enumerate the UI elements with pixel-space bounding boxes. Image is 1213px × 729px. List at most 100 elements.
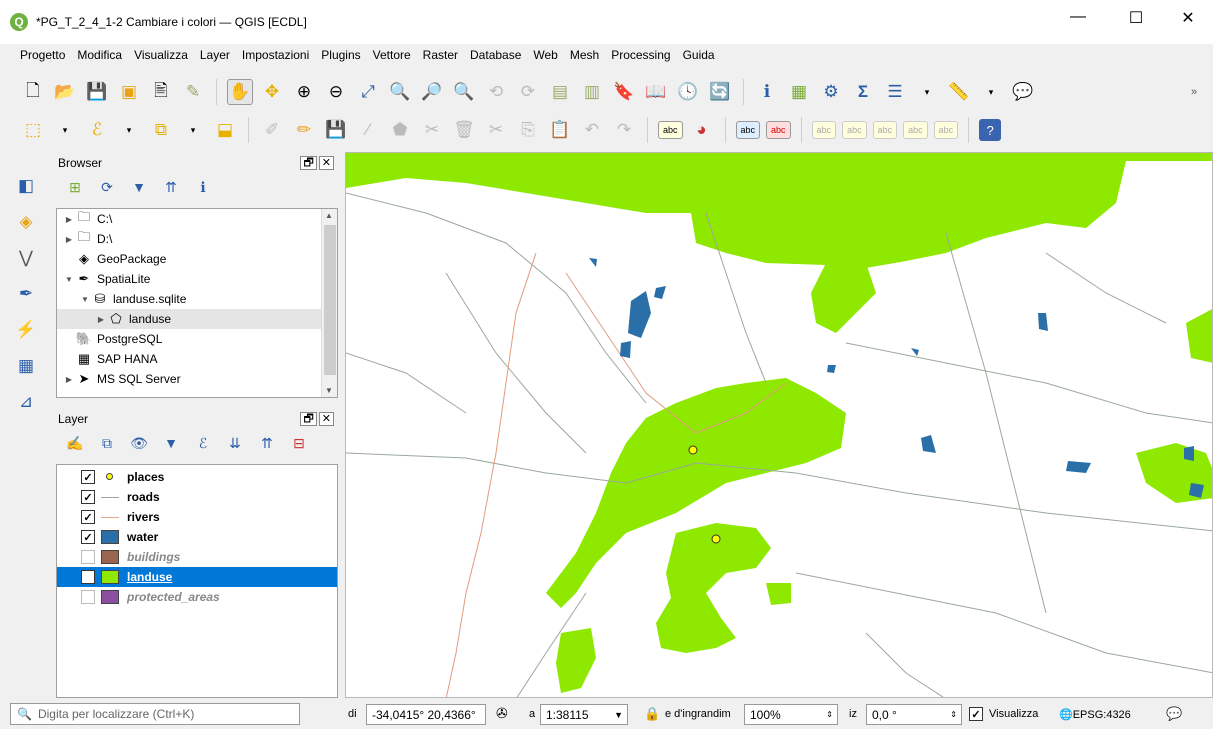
zoom-native-icon[interactable]: 🔍	[451, 79, 477, 105]
add-selected-layers-icon[interactable]: ⊞	[62, 174, 88, 200]
dropdown-arrow-icon[interactable]: ▾	[180, 117, 206, 143]
style-manager-icon[interactable]: ✎	[180, 79, 206, 105]
crs-button[interactable]: 🌐EPSG:4326	[1059, 708, 1131, 721]
float-panel-button[interactable]: 🗗	[300, 411, 317, 426]
browser-item[interactable]: ▶ 🗀 D:\	[57, 229, 337, 249]
collapse-all-icon[interactable]: ⇈	[254, 430, 280, 456]
dropdown-arrow-icon[interactable]: ▾	[52, 117, 78, 143]
temporal-controller-icon[interactable]: 🕓	[675, 79, 701, 105]
float-panel-button[interactable]: 🗗	[300, 155, 317, 170]
scroll-up-icon[interactable]: ▲	[325, 211, 333, 220]
toolbar-overflow-icon[interactable]: »	[1181, 79, 1207, 105]
expand-all-icon[interactable]: ⇊	[222, 430, 248, 456]
layer-row-buildings[interactable]: buildings	[57, 547, 337, 567]
magnifier-field[interactable]: 100% ⇕	[744, 704, 838, 725]
layer-row-roads[interactable]: ✓ roads	[57, 487, 337, 507]
browser-scrollbar[interactable]: ▲ ▼	[321, 209, 337, 397]
place-point[interactable]	[688, 445, 698, 455]
minimize-button[interactable]: —	[1058, 8, 1098, 26]
layer-visibility-checkbox[interactable]: ✓	[81, 570, 95, 584]
maximize-button[interactable]: ☐	[1116, 8, 1156, 28]
redo-icon[interactable]: ↷	[611, 117, 637, 143]
pan-map-icon[interactable]: ✋	[227, 79, 253, 105]
refresh-icon[interactable]: 🔄	[707, 79, 733, 105]
deselect-features-icon[interactable]: ⧉	[148, 117, 174, 143]
layer-visibility-checkbox[interactable]	[81, 590, 95, 604]
show-bookmarks-icon[interactable]: 📖	[643, 79, 669, 105]
spinner-icon[interactable]: ⇕	[826, 710, 833, 719]
manage-visibility-icon[interactable]: 👁	[126, 430, 152, 456]
vertex-tool-icon[interactable]: ⬟	[387, 117, 413, 143]
new-map-view-icon[interactable]: ▤	[547, 79, 573, 105]
browser-item[interactable]: ▦ SAP HANA	[57, 349, 337, 369]
layer-row-rivers[interactable]: ✓ rivers	[57, 507, 337, 527]
menu-item-web[interactable]: Web	[533, 48, 557, 62]
place-point[interactable]	[711, 534, 721, 544]
style-layer-icon[interactable]: ✍	[62, 430, 88, 456]
dropdown-arrow-icon[interactable]: ▾	[914, 79, 940, 105]
highlight-labels-icon[interactable]: abc	[766, 121, 791, 139]
refresh-icon[interactable]: ⟳	[94, 174, 120, 200]
select-by-expression-icon[interactable]: ℰ	[84, 117, 110, 143]
new-3d-map-view-icon[interactable]: ▥	[579, 79, 605, 105]
dropdown-arrow-icon[interactable]: ▾	[978, 79, 1004, 105]
zoom-to-selection-icon[interactable]: 🔍	[387, 79, 413, 105]
show-hide-label-icon[interactable]: abc	[842, 121, 867, 139]
layer-visibility-checkbox[interactable]: ✓	[81, 530, 95, 544]
spinner-icon[interactable]: ⇕	[950, 710, 957, 719]
layout-manager-icon[interactable]: 🖹	[148, 79, 174, 105]
change-label-icon[interactable]: abc	[903, 121, 928, 139]
zoom-last-icon[interactable]: ⟲	[483, 79, 509, 105]
attribute-table-icon[interactable]: ▦	[786, 79, 812, 105]
layer-row-landuse[interactable]: ✓ landuse	[57, 567, 337, 587]
rotation-field[interactable]: 0,0 ° ⇕	[866, 704, 962, 725]
filter-by-expression-icon[interactable]: ℰ	[190, 430, 216, 456]
zoom-full-icon[interactable]: ⤢	[355, 79, 381, 105]
move-label-icon[interactable]: abc	[811, 121, 837, 139]
new-project-icon[interactable]: 🗋	[20, 79, 46, 105]
browser-item[interactable]: ▼ ✒ SpatiaLite	[57, 269, 337, 289]
properties-icon[interactable]: ℹ	[190, 174, 216, 200]
zoom-in-icon[interactable]: ⊕	[291, 79, 317, 105]
add-raster-layer-icon[interactable]: ▦	[12, 352, 40, 380]
current-edits-icon[interactable]: ✐	[259, 117, 285, 143]
coordinate-field[interactable]: -34,0415° 20,4366°	[366, 704, 486, 725]
layer-visibility-checkbox[interactable]: ✓	[81, 490, 95, 504]
layer-visibility-checkbox[interactable]: ✓	[81, 510, 95, 524]
browser-item[interactable]: ◈ GeoPackage	[57, 249, 337, 269]
menu-item-modifica[interactable]: Modifica	[77, 48, 122, 62]
zoom-out-icon[interactable]: ⊖	[323, 79, 349, 105]
close-panel-button[interactable]: ✕	[318, 155, 334, 170]
expand-arrow-icon[interactable]: ▶	[63, 235, 75, 244]
save-project-icon[interactable]: 💾	[84, 79, 110, 105]
data-source-manager-icon[interactable]: ◧	[12, 172, 40, 200]
menu-item-vettore[interactable]: Vettore	[373, 48, 411, 62]
digitize-icon[interactable]: ⁄	[355, 117, 381, 143]
filter-legend-icon[interactable]: ▼	[158, 430, 184, 456]
statistical-summary-icon[interactable]: Σ	[850, 79, 876, 105]
scroll-down-icon[interactable]: ▼	[325, 386, 333, 395]
layer-row-protected_areas[interactable]: protected_areas	[57, 587, 337, 607]
toggle-editing-icon[interactable]: ✏	[291, 117, 317, 143]
browser-item[interactable]: ▶ 🗀 C:\	[57, 209, 337, 229]
menu-item-mesh[interactable]: Mesh	[570, 48, 599, 62]
filter-icon[interactable]: ▼	[126, 174, 152, 200]
layer-row-water[interactable]: ✓ water	[57, 527, 337, 547]
select-location-icon[interactable]: ⬓	[212, 117, 238, 143]
map-svg[interactable]	[346, 153, 1213, 698]
close-button[interactable]: ✕	[1168, 8, 1208, 28]
rotate-label-icon[interactable]: abc	[872, 121, 898, 139]
add-mesh-layer-icon[interactable]: ⊿	[12, 388, 40, 416]
render-checkbox[interactable]: ✓	[969, 707, 983, 721]
add-geopackage-icon[interactable]: ◈	[12, 208, 40, 236]
processing-toolbox-icon[interactable]: ⚙	[818, 79, 844, 105]
expand-arrow-icon[interactable]: ▼	[79, 295, 91, 304]
menu-item-plugins[interactable]: Plugins	[321, 48, 360, 62]
open-project-icon[interactable]: 📂	[52, 79, 78, 105]
expand-arrow-icon[interactable]: ▶	[63, 215, 75, 224]
lock-scale-icon[interactable]: 🔒	[644, 706, 660, 722]
add-spatialite-icon[interactable]: ✒	[12, 280, 40, 308]
attribute-table-menu-icon[interactable]: ☰	[882, 79, 908, 105]
browser-item[interactable]: 🐘 PostgreSQL	[57, 329, 337, 349]
select-features-icon[interactable]: ⬚	[20, 117, 46, 143]
